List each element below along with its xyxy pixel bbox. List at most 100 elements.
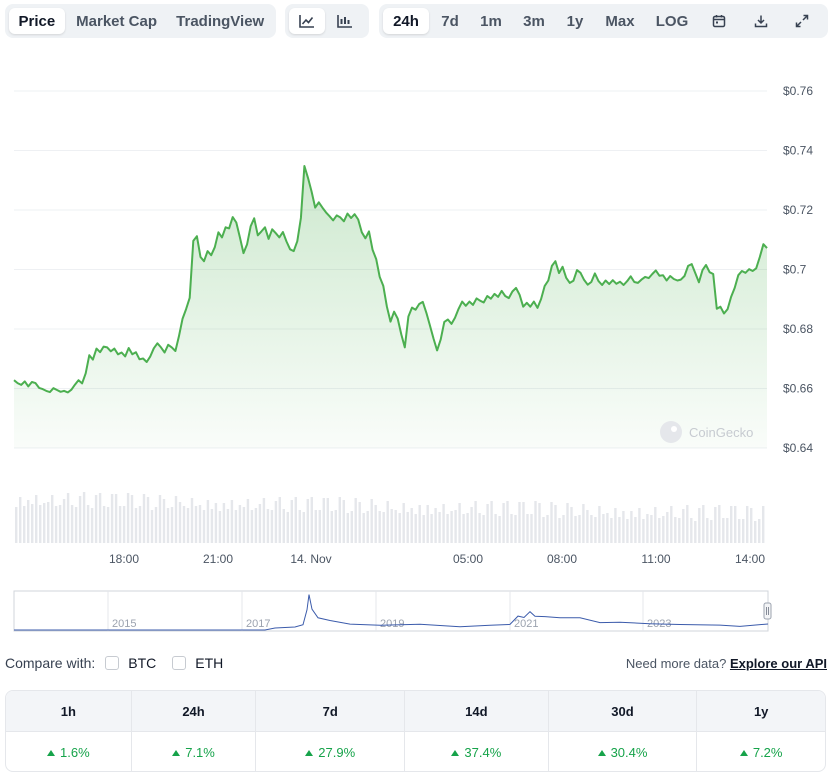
checkbox-box[interactable] bbox=[172, 656, 187, 670]
price-chart[interactable]: $0.76 $0.74 $0.72 $0.7 $0.68 $0.66 $0.64 CoinG… bbox=[0, 0, 830, 645]
volume-bar bbox=[642, 519, 645, 543]
volume-bar bbox=[694, 521, 697, 543]
volume-bar bbox=[118, 506, 122, 543]
volume-bars bbox=[15, 492, 765, 543]
checkbox-box[interactable] bbox=[105, 656, 120, 670]
volume-bar bbox=[334, 510, 337, 543]
volume-bar bbox=[126, 493, 130, 543]
volume-bar bbox=[714, 507, 717, 543]
time-tick-label: 21:00 bbox=[203, 552, 233, 566]
volume-bar bbox=[70, 505, 74, 543]
volume-bar bbox=[258, 504, 262, 543]
volume-bar bbox=[706, 518, 709, 543]
volume-bar bbox=[758, 519, 761, 543]
volume-bar bbox=[414, 514, 417, 543]
volume-bar bbox=[722, 518, 725, 543]
volume-bar bbox=[58, 505, 62, 543]
volume-bar bbox=[630, 511, 633, 543]
volume-bar bbox=[738, 519, 741, 543]
volume-bar bbox=[150, 510, 154, 543]
volume-bar bbox=[90, 508, 94, 543]
volume-bar bbox=[754, 521, 757, 543]
volume-bar bbox=[422, 515, 425, 543]
volume-bar bbox=[606, 513, 609, 543]
volume-bar bbox=[426, 505, 429, 543]
volume-bar bbox=[158, 495, 162, 543]
volume-bar bbox=[222, 503, 226, 543]
volume-bar bbox=[254, 508, 258, 543]
compare-btc-checkbox[interactable]: BTC bbox=[105, 655, 156, 671]
volume-bar bbox=[386, 501, 389, 543]
volume-bar bbox=[602, 514, 605, 543]
price-tick-label: $0.72 bbox=[783, 203, 813, 217]
volume-bar bbox=[466, 513, 469, 543]
performance-value-cell: 27.9% bbox=[256, 732, 406, 771]
performance-header-cell: 1y bbox=[753, 703, 769, 719]
volume-bar bbox=[646, 514, 649, 543]
volume-bar bbox=[242, 507, 246, 543]
time-axis: 18:00 21:00 14. Nov 05:00 08:00 11:00 14:00 bbox=[109, 552, 765, 566]
volume-bar bbox=[286, 512, 289, 543]
volume-bar bbox=[35, 495, 38, 543]
volume-bar bbox=[730, 506, 733, 543]
volume-bar bbox=[226, 509, 230, 543]
volume-bar bbox=[174, 496, 178, 543]
up-arrow-icon bbox=[739, 749, 748, 756]
up-arrow-icon bbox=[451, 749, 460, 756]
volume-bar bbox=[530, 514, 533, 543]
volume-bar bbox=[618, 517, 621, 543]
compare-eth-label: ETH bbox=[195, 655, 224, 671]
volume-bar bbox=[278, 497, 281, 543]
volume-bar bbox=[734, 506, 737, 543]
volume-bar bbox=[310, 497, 313, 543]
volume-bar bbox=[406, 512, 409, 543]
volume-bar bbox=[282, 509, 285, 543]
volume-bar bbox=[134, 508, 138, 543]
volume-bar bbox=[31, 504, 34, 543]
volume-bar bbox=[678, 518, 681, 543]
time-tick-label: 18:00 bbox=[109, 552, 139, 566]
volume-bar bbox=[578, 515, 581, 543]
performance-value-cell: 30.4% bbox=[549, 732, 698, 771]
volume-bar bbox=[762, 506, 765, 543]
volume-bar bbox=[574, 516, 577, 543]
volume-bar bbox=[370, 499, 373, 543]
volume-bar bbox=[330, 511, 333, 543]
volume-bar bbox=[114, 494, 118, 543]
volume-bar bbox=[666, 512, 669, 543]
price-axis: $0.76 $0.74 $0.72 $0.7 $0.68 $0.66 $0.64 bbox=[783, 84, 813, 455]
volume-bar bbox=[246, 499, 250, 543]
volume-bar bbox=[590, 515, 593, 543]
price-tick-label: $0.7 bbox=[783, 263, 807, 277]
volume-bar bbox=[178, 502, 182, 543]
volume-bar bbox=[138, 506, 142, 543]
performance-value: 7.1% bbox=[185, 745, 215, 760]
volume-bar bbox=[182, 506, 186, 543]
navigator-handle[interactable] bbox=[763, 602, 772, 620]
volume-bar bbox=[206, 500, 210, 543]
volume-bar bbox=[338, 497, 341, 543]
explore-api-link[interactable]: Explore our API bbox=[730, 656, 827, 671]
up-arrow-icon bbox=[47, 749, 56, 756]
volume-bar bbox=[326, 498, 329, 543]
performance-value-cell: 1.6% bbox=[6, 732, 132, 771]
compare-label: Compare with: bbox=[5, 655, 96, 671]
volume-bar bbox=[726, 518, 729, 543]
price-tick-label: $0.68 bbox=[783, 322, 813, 336]
time-tick-label: 14. Nov bbox=[290, 552, 331, 566]
range-navigator[interactable]: 2015 2017 2019 2021 2023 bbox=[13, 590, 772, 632]
volume-bar bbox=[43, 503, 46, 543]
compare-eth-checkbox[interactable]: ETH bbox=[172, 655, 223, 671]
volume-bar bbox=[302, 512, 305, 543]
volume-bar bbox=[210, 509, 214, 543]
volume-bar bbox=[346, 513, 349, 543]
volume-bar bbox=[166, 508, 170, 543]
performance-value: 1.6% bbox=[60, 745, 90, 760]
volume-bar bbox=[718, 505, 721, 543]
volume-bar bbox=[19, 497, 22, 543]
volume-bar bbox=[27, 500, 30, 543]
navigator-year-label: 2019 bbox=[380, 618, 404, 630]
volume-bar bbox=[162, 499, 166, 543]
volume-bar bbox=[47, 502, 50, 543]
volume-bar bbox=[478, 513, 481, 543]
